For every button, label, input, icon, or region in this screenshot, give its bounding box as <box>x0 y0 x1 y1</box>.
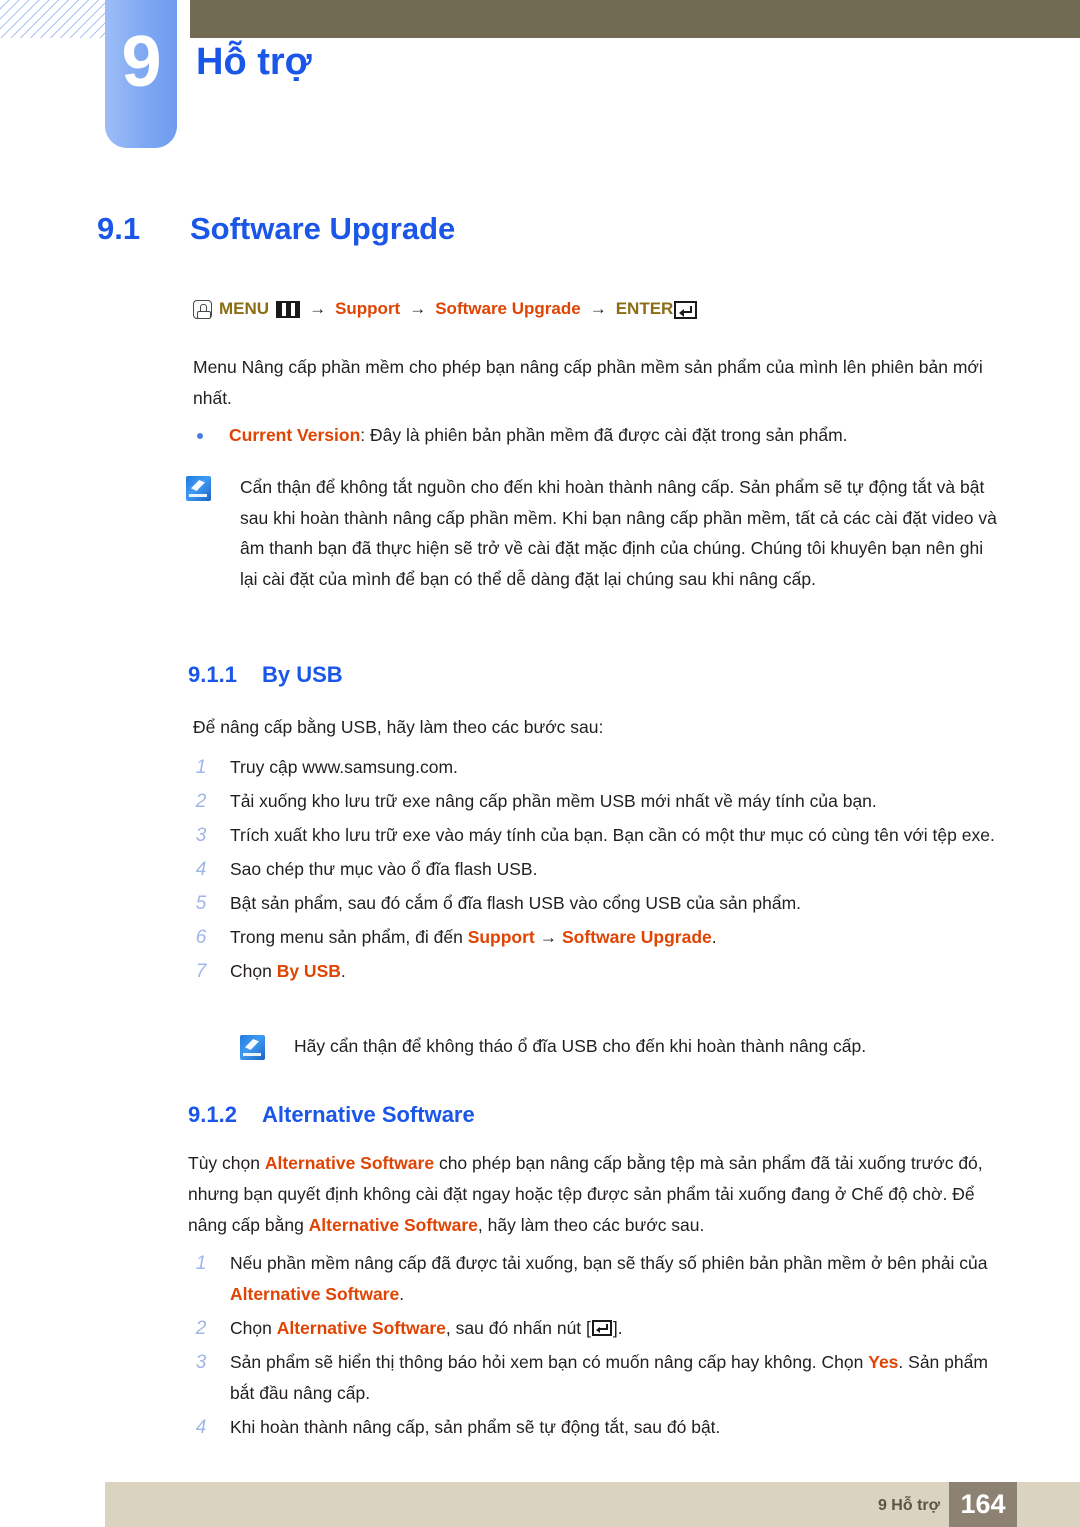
lead-part-1: Tùy chọn <box>188 1153 265 1173</box>
path-arrow-3: → <box>589 299 607 319</box>
path-item-support: Support <box>335 299 401 319</box>
alternative-software-lead-text: Tùy chọn Alternative Software cho phép b… <box>188 1148 1003 1241</box>
step-number: 4 <box>195 1417 207 1438</box>
step-text-prefix: Nếu phần mềm nâng cấp đã được tải xuống,… <box>230 1253 988 1273</box>
note-box-2: Hãy cẩn thận để không tháo ổ đĩa USB cho… <box>240 1031 1000 1062</box>
bullet-text: Current Version: Đây là phiên bản phần m… <box>229 420 1003 451</box>
page-title: 9.1 Software Upgrade <box>97 211 455 247</box>
alternative-software-steps-list: 1 Nếu phần mềm nâng cấp đã được tải xuốn… <box>190 1248 1005 1446</box>
step-number: 2 <box>195 1318 207 1339</box>
list-item: 3 Sản phẩm sẽ hiển thị thông báo hỏi xem… <box>190 1347 1005 1409</box>
step-text-prefix: Chọn <box>230 961 277 981</box>
step-text: Truy cập www.samsung.com. <box>230 757 458 777</box>
note-box-1: Cẩn thận để không tắt nguồn cho đến khi … <box>186 472 1003 594</box>
subsection-title: By USB <box>262 662 343 687</box>
bullet-term: Current Version <box>229 425 361 445</box>
step-text: Tải xuống kho lưu trữ exe nâng cấp phần … <box>230 791 877 811</box>
header-olive-bar <box>190 0 1080 38</box>
step-text-prefix: Trong menu sản phẩm, đi đến <box>230 927 468 947</box>
step-text-prefix: Sản phẩm sẽ hiển thị thông báo hỏi xem b… <box>230 1352 869 1372</box>
intro-paragraph: Menu Nâng cấp phần mềm cho phép bạn nâng… <box>193 357 983 408</box>
enter-label: ENTER <box>615 299 674 319</box>
enter-key-icon <box>674 300 698 319</box>
lead-part-3: , hãy làm theo các bước sau. <box>477 1215 705 1235</box>
lead-bold-2: Alternative Software <box>308 1215 478 1235</box>
step-text: Bật sản phẩm, sau đó cắm ổ đĩa flash USB… <box>230 893 802 913</box>
step-number: 3 <box>195 825 207 846</box>
step-text-suffix: . <box>340 961 346 981</box>
step-text-suffix: ]. <box>612 1318 623 1338</box>
step-text-suffix: . <box>399 1284 405 1304</box>
footer-page-number: 164 <box>949 1482 1017 1527</box>
menu-navigation-path: MENU → Support → Software Upgrade → ENTE… <box>193 299 698 319</box>
step-bold-alternative-software: Alternative Software <box>276 1318 446 1338</box>
step-number: 1 <box>195 1253 207 1274</box>
step-text-prefix: Chọn <box>230 1318 277 1338</box>
step-text: Khi hoàn thành nâng cấp, sản phẩm sẽ tự … <box>230 1417 721 1437</box>
bullet-dot-icon <box>197 433 203 439</box>
subsection-title: Alternative Software <box>262 1102 475 1127</box>
chapter-title: Hỗ trợ <box>196 41 312 83</box>
list-item: 5 Bật sản phẩm, sau đó cắm ổ đĩa flash U… <box>190 888 1005 919</box>
list-item: 3 Trích xuất kho lưu trữ exe vào máy tín… <box>190 820 1005 851</box>
step-number: 6 <box>195 927 207 948</box>
note-text: Cẩn thận để không tắt nguồn cho đến khi … <box>240 477 997 589</box>
step-number: 7 <box>195 961 207 982</box>
step-number: 1 <box>195 757 207 778</box>
step-text: Trích xuất kho lưu trữ exe vào máy tính … <box>230 825 995 845</box>
step-bold-alternative-software: Alternative Software <box>230 1284 400 1304</box>
step-bold-software-upgrade: Software Upgrade <box>562 927 712 947</box>
list-item: 2 Tải xuống kho lưu trữ exe nâng cấp phầ… <box>190 786 1005 817</box>
subsection-number: 9.1.1 <box>188 662 237 687</box>
step-number: 3 <box>195 1352 207 1373</box>
step-text-mid: , sau đó nhấn nút [ <box>445 1318 591 1338</box>
path-arrow-1: → <box>309 299 327 319</box>
step-text-mid: → <box>534 927 562 947</box>
note-pencil-icon <box>240 1035 265 1060</box>
step-bold-support: Support <box>467 927 535 947</box>
section-number: 9.1 <box>97 211 141 246</box>
step-number: 5 <box>195 893 207 914</box>
footer-chapter-label: 9 Hỗ trợ <box>877 1497 940 1514</box>
step-bold-by-usb: By USB <box>276 961 341 981</box>
chapter-number: 9 <box>121 22 161 102</box>
note-text: Hãy cẩn thận để không tháo ổ đĩa USB cho… <box>294 1036 867 1056</box>
lead-bold-1: Alternative Software <box>264 1153 435 1173</box>
subsection-heading-alternative-software: 9.1.2 Alternative Software <box>188 1102 475 1128</box>
list-item: 6 Trong menu sản phẩm, đi đến Support → … <box>190 922 1005 953</box>
menu-label: MENU <box>219 299 270 319</box>
list-item: 7 Chọn By USB. <box>190 956 1005 987</box>
step-number: 4 <box>195 859 207 880</box>
menu-grid-icon <box>276 301 301 318</box>
list-item: 1 Nếu phần mềm nâng cấp đã được tải xuốn… <box>190 1248 1005 1310</box>
hand-press-icon <box>193 300 212 319</box>
path-item-software-upgrade: Software Upgrade <box>435 299 581 319</box>
list-item: 1 Truy cập www.samsung.com. <box>190 752 1005 783</box>
list-item: 4 Khi hoàn thành nâng cấp, sản phẩm sẽ t… <box>190 1412 1005 1443</box>
list-item: 2 Chọn Alternative Software, sau đó nhấn… <box>190 1313 1005 1344</box>
list-item: 4 Sao chép thư mục vào ổ đĩa flash USB. <box>190 854 1005 885</box>
by-usb-steps-list: 1 Truy cập www.samsung.com. 2 Tải xuống … <box>190 752 1005 990</box>
path-arrow-2: → <box>409 299 427 319</box>
subsection-heading-by-usb: 9.1.1 By USB <box>188 662 343 688</box>
step-number: 2 <box>195 791 207 812</box>
step-bold-yes: Yes <box>868 1352 899 1372</box>
bullet-desc: : Đây là phiên bản phần mềm đã được cài … <box>360 425 848 445</box>
step-text: Sao chép thư mục vào ổ đĩa flash USB. <box>230 859 538 879</box>
enter-key-icon <box>591 1320 612 1336</box>
list-item: Current Version: Đây là phiên bản phần m… <box>193 420 1003 451</box>
by-usb-lead-text: Để nâng cấp bằng USB, hãy làm theo các b… <box>193 717 604 737</box>
note-pencil-icon <box>186 476 211 501</box>
step-text-suffix: . <box>711 927 717 947</box>
section-title-text: Software Upgrade <box>190 211 456 246</box>
subsection-number: 9.1.2 <box>188 1102 237 1127</box>
